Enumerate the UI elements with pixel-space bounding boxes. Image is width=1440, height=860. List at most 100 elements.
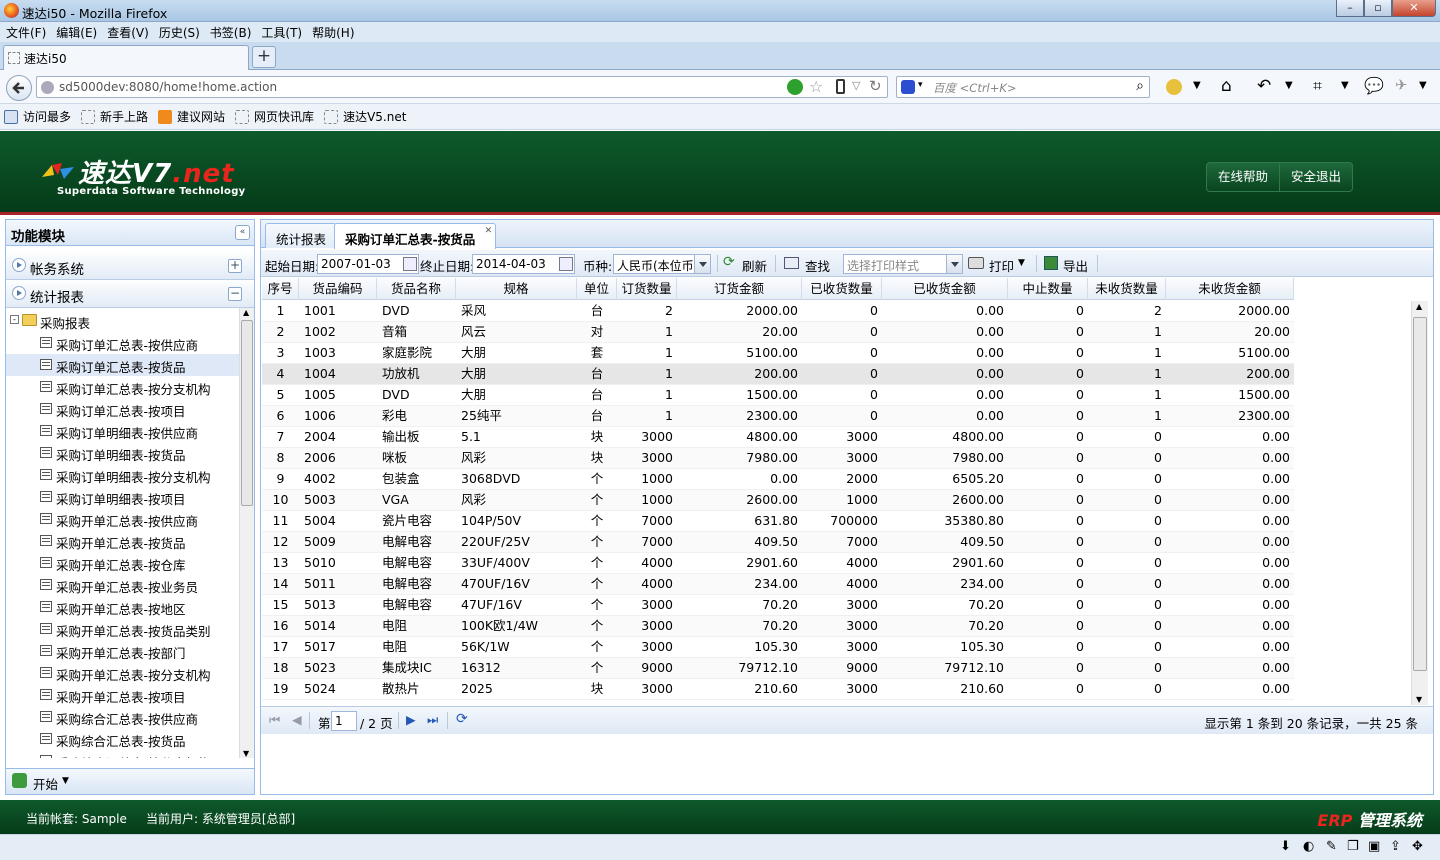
online-help-button[interactable]: 在线帮助 <box>1207 163 1281 191</box>
mask-icon[interactable]: ◐ <box>1303 839 1314 854</box>
scroll-down-icon[interactable]: ▼ <box>1416 695 1422 704</box>
tree-item-report[interactable]: 采购综合汇总表-按供应商 <box>6 706 239 728</box>
tree-scrollbar[interactable]: ▲ ▼ <box>239 308 254 758</box>
bookmark-suda-v5[interactable]: 速达V5.net <box>324 108 406 125</box>
table-row[interactable]: 16 5014 电阻 100K欧1/4W 个 3000 70.20 3000 70.20 0 0 0.… <box>262 616 1294 637</box>
address-bar[interactable]: sd5000dev:8080/home!home.action ☆ ▽ ↻ <box>36 76 888 98</box>
bookmark-most-visited[interactable]: 访问最多 <box>4 108 71 125</box>
menu-view[interactable]: 查看(V) <box>107 24 149 41</box>
chevron-down-icon[interactable]: ▼ <box>1341 80 1349 91</box>
menu-help[interactable]: 帮助(H) <box>312 24 354 41</box>
tree-item-report[interactable]: 采购开单汇总表-按项目 <box>6 684 239 706</box>
tree-item-report[interactable]: 采购订单明细表-按供应商 <box>6 420 239 442</box>
tree-item-report[interactable]: 采购开单汇总表-按货品 <box>6 530 239 552</box>
start-date-field[interactable]: 2007-01-03 <box>317 254 419 274</box>
table-row[interactable]: 18 5023 集成块IC 16312 个 9000 79712.10 9000 79712.1… <box>262 658 1294 679</box>
table-scrollbar[interactable]: ▲ ▼ <box>1411 301 1428 705</box>
tree-item-report[interactable]: 采购订单汇总表-按供应商 <box>6 332 239 354</box>
chevron-down-icon[interactable]: ▼ <box>1419 80 1427 91</box>
tree-item-report[interactable]: 采购开单汇总表-按供应商 <box>6 508 239 530</box>
collapse-button[interactable]: − <box>228 287 242 301</box>
tree-item-report[interactable]: 采购订单汇总表-按货品 <box>6 354 239 376</box>
maximize-button[interactable]: ▫ <box>1364 0 1392 17</box>
prev-page-icon[interactable]: ◀ <box>292 712 302 727</box>
addon-icon[interactable] <box>1166 79 1182 95</box>
table-row[interactable]: 15 5013 电解电容 47UF/16V 个 3000 70.20 3000 70.20 0 0 0… <box>262 595 1294 616</box>
table-row[interactable]: 13 5010 电解电容 33UF/400V 个 4000 2901.60 4000 2901.… <box>262 553 1294 574</box>
start-menu[interactable]: 开始 ▼ <box>6 768 254 794</box>
close-tab-icon[interactable]: ✕ <box>485 226 493 236</box>
scroll-up-icon[interactable]: ▲ <box>243 308 249 317</box>
new-tab-button[interactable]: + <box>252 46 276 68</box>
bookmark-web-slices[interactable]: 网页快讯库 <box>235 108 314 125</box>
table-row[interactable]: 19 5024 散热片 2025 块 3000 210.60 3000 210.60 0 0 0.00 <box>262 679 1294 700</box>
brush-icon[interactable]: ✎ <box>1326 839 1337 854</box>
tree-folder-purchase-reports[interactable]: - 采购报表 <box>6 310 239 332</box>
next-page-icon[interactable]: ▶ <box>406 712 416 727</box>
chevron-down-icon[interactable]: ▼ <box>1193 80 1201 91</box>
bookmark-suggested-sites[interactable]: 建议网站 <box>158 108 225 125</box>
print-style-select[interactable]: 选择打印样式 <box>843 254 963 274</box>
window-icon[interactable]: ❐ <box>1347 839 1359 854</box>
end-date-field[interactable]: 2014-04-03 <box>472 254 575 274</box>
table-row[interactable]: 17 5017 电阻 56K/1W 个 3000 105.30 3000 105.30 0 0 0.0… <box>262 637 1294 658</box>
tree-item-report[interactable]: 采购订单明细表-按项目 <box>6 486 239 508</box>
scrollbar-thumb[interactable] <box>241 320 253 506</box>
tree-item-report[interactable]: 采购订单明细表-按货品 <box>6 442 239 464</box>
tree-item-report[interactable]: 采购订单明细表-按分支机构 <box>6 464 239 486</box>
table-row[interactable]: 7 2004 输出板 5.1 块 3000 4800.00 3000 4800.00 0 0 0.00 <box>262 427 1294 448</box>
column-header[interactable]: 订货金额 <box>677 278 802 300</box>
fullscreen-icon[interactable]: ✥ <box>1412 839 1423 854</box>
column-header[interactable]: 单位 <box>577 278 617 300</box>
menu-edit[interactable]: 编辑(E) <box>56 24 97 41</box>
table-row[interactable]: 11 5004 瓷片电容 104P/50V 个 7000 631.80 700000 35380… <box>262 511 1294 532</box>
table-row[interactable]: 6 1006 彩电 25纯平 台 1 2300.00 0 0.00 0 1 2300.00 <box>262 406 1294 427</box>
scroll-down-icon[interactable]: ▼ <box>243 749 249 758</box>
home-icon[interactable]: ⌂ <box>1221 76 1232 96</box>
column-header[interactable]: 未收货金额 <box>1166 278 1294 300</box>
tab-purchase-order-summary[interactable]: 采购订单汇总表-按货品 ✕ <box>334 223 497 249</box>
chevron-down-icon[interactable]: ▼ <box>1285 80 1293 91</box>
tab-statistics[interactable]: 统计报表 <box>265 223 338 248</box>
tree-item-report[interactable]: 采购开单汇总表-按仓库 <box>6 552 239 574</box>
table-row[interactable]: 3 1003 家庭影院 大朋 套 1 5100.00 0 0.00 0 1 5100.00 <box>262 343 1294 364</box>
tree-item-report[interactable]: 采购订单汇总表-按分支机构 <box>6 376 239 398</box>
accordion-accounting[interactable]: 帐务系统 + <box>6 252 254 280</box>
find-button[interactable]: 查找 <box>805 256 830 275</box>
tree-item-report[interactable]: 采购开单汇总表-按货品类别 <box>6 618 239 640</box>
page-number-input[interactable]: 1 <box>331 711 357 731</box>
tree-item-report[interactable]: 采购开单汇总表-按分支机构 <box>6 662 239 684</box>
chat-icon[interactable]: 💬 <box>1364 76 1384 95</box>
print-button[interactable]: 打印 <box>989 256 1014 275</box>
bookmark-getting-started[interactable]: 新手上路 <box>81 108 148 125</box>
table-row[interactable]: 14 5011 电解电容 470UF/16V 个 4000 234.00 4000 234.00… <box>262 574 1294 595</box>
star-icon[interactable]: ☆ <box>809 77 823 96</box>
go-icon[interactable] <box>787 79 803 95</box>
chevron-down-icon[interactable] <box>946 255 962 273</box>
table-row[interactable]: 5 1005 DVD 大朋 台 1 1500.00 0 0.00 0 1 1500.00 <box>262 385 1294 406</box>
menu-file[interactable]: 文件(F) <box>6 24 46 41</box>
calendar-icon[interactable] <box>559 257 573 271</box>
share-icon[interactable]: ⇪ <box>1390 839 1401 854</box>
search-icon[interactable]: ⌕ <box>1136 78 1144 94</box>
column-header[interactable]: 已收货金额 <box>882 278 1008 300</box>
column-header[interactable]: 订货数量 <box>617 278 677 300</box>
minimize-button[interactable]: – <box>1336 0 1364 17</box>
tree-item-report[interactable]: 采购综合汇总表-按货品 <box>6 728 239 750</box>
logout-button[interactable]: 安全退出 <box>1280 163 1352 191</box>
reload-icon[interactable]: ↻ <box>869 77 882 95</box>
accordion-statistics[interactable]: 统计报表 − <box>6 280 254 308</box>
column-header[interactable]: 已收货数量 <box>802 278 882 300</box>
table-row[interactable]: 12 5009 电解电容 220UF/25V 个 7000 409.50 7000 409.50… <box>262 532 1294 553</box>
chevron-down-icon[interactable]: ▼ <box>1018 258 1025 268</box>
tree-item-report[interactable]: 采购综合汇总表-按分支机构 <box>6 750 239 758</box>
table-row[interactable]: 9 4002 包装盒 3068DVD 个 1000 0.00 2000 6505.20 0 0 0.0… <box>262 469 1294 490</box>
undo-icon[interactable]: ↶ <box>1257 76 1271 96</box>
tree-item-report[interactable]: 采购开单汇总表-按业务员 <box>6 574 239 596</box>
calendar-icon[interactable] <box>403 257 417 271</box>
currency-select[interactable]: 人民币(本位币 <box>613 254 711 274</box>
menu-tools[interactable]: 工具(T) <box>261 24 302 41</box>
expand-button[interactable]: + <box>228 259 242 273</box>
column-header[interactable]: 未收货数量 <box>1088 278 1166 300</box>
table-row[interactable]: 4 1004 功放机 大朋 台 1 200.00 0 0.00 0 1 200.00 <box>262 364 1294 385</box>
